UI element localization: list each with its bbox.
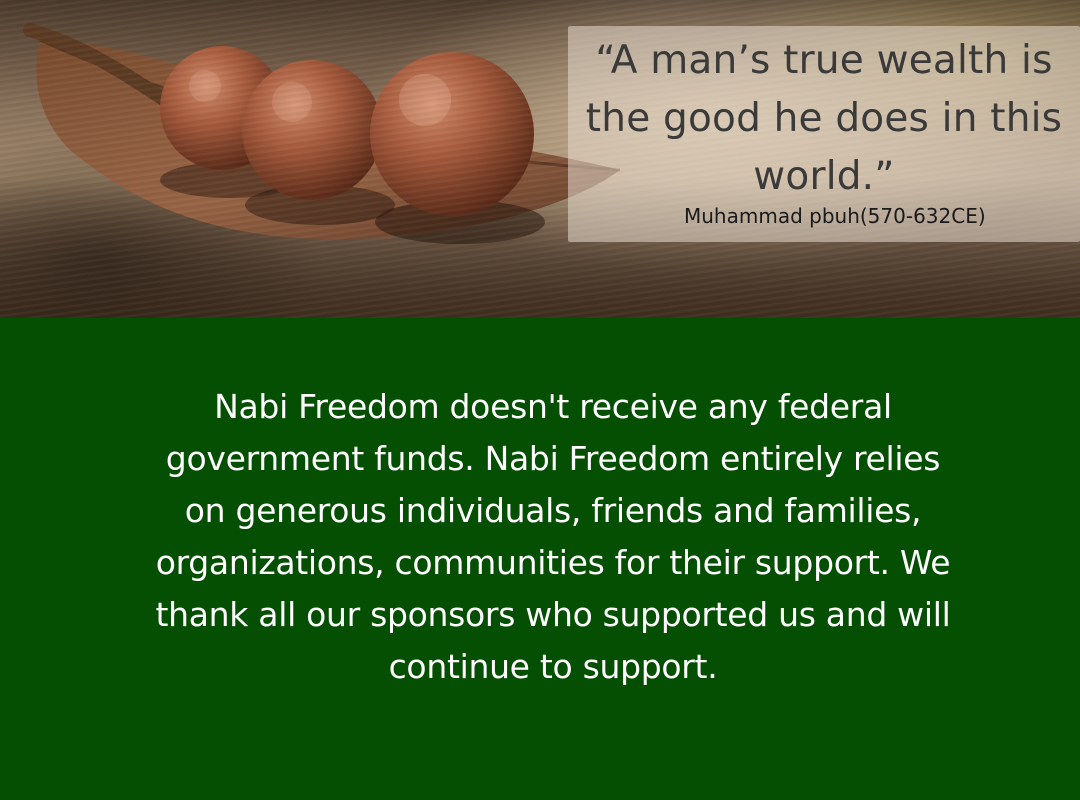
page: “A man’s true wealth is the good he does… (0, 0, 1080, 800)
banner-image: “A man’s true wealth is the good he does… (0, 0, 1080, 318)
quote-text: “A man’s true wealth is the good he does… (585, 38, 1063, 199)
quote-attribution: Muhammad pbuh(570-632CE) (684, 204, 986, 228)
funding-message: Nabi Freedom doesn't receive any federal… (155, 387, 951, 686)
